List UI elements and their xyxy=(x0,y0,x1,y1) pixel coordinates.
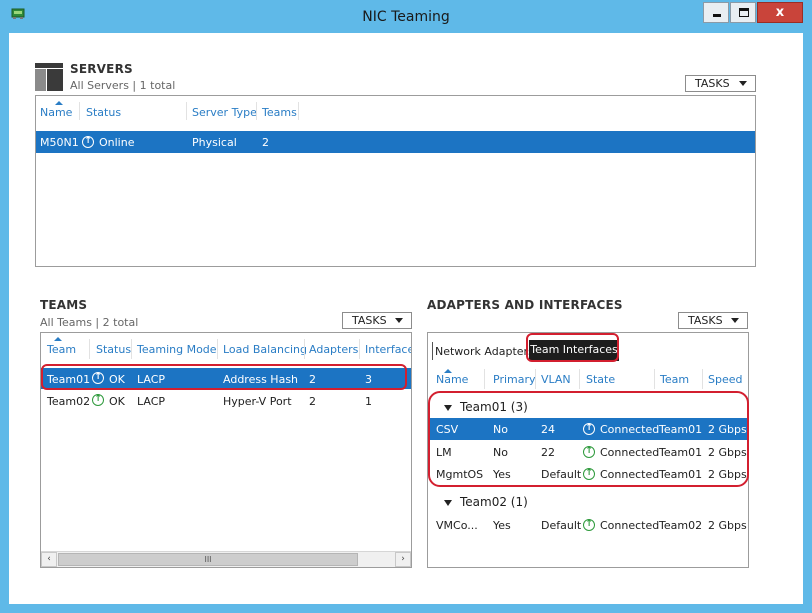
teams-col-team[interactable]: Team xyxy=(47,343,76,356)
chevron-down-icon xyxy=(739,81,747,86)
server-status: Online xyxy=(99,136,135,149)
servers-col-name[interactable]: Name xyxy=(40,106,72,119)
teams-col-load-balancing[interactable]: Load Balancing xyxy=(223,343,307,356)
horizontal-scrollbar[interactable]: ‹ III › xyxy=(41,551,411,567)
window-title: NIC Teaming xyxy=(362,9,450,25)
interface-table-row[interactable]: VMCo... Yes Default ↑ Connected Team02 2… xyxy=(428,514,748,536)
adapters-col-primary[interactable]: Primary xyxy=(493,373,536,386)
teams-col-interfaces[interactable]: Interfaces xyxy=(365,343,411,356)
column-divider xyxy=(131,339,132,359)
chevron-down-icon xyxy=(731,318,739,323)
ok-arrow-up-icon: ↑ xyxy=(92,394,104,406)
adapters-col-state[interactable]: State xyxy=(586,373,615,386)
adapters-tasks-label: TASKS xyxy=(688,314,723,327)
interface-vlan: Default xyxy=(541,519,582,532)
interface-team: Team02 xyxy=(659,519,703,532)
column-divider xyxy=(484,369,485,389)
server-type: Physical xyxy=(192,136,237,149)
team-load-balancing: Hyper-V Port xyxy=(223,395,292,408)
teams-col-teaming-mode[interactable]: Teaming Mode xyxy=(137,343,217,356)
server-teams: 2 xyxy=(262,136,269,149)
sort-ascending-icon xyxy=(55,101,63,105)
close-button[interactable]: x xyxy=(757,2,803,23)
column-divider xyxy=(79,102,80,120)
servers-col-status[interactable]: Status xyxy=(86,106,121,119)
column-divider xyxy=(186,102,187,120)
column-divider xyxy=(298,102,299,120)
scroll-right-button[interactable]: › xyxy=(395,552,411,567)
maximize-icon xyxy=(739,8,749,17)
servers-icon xyxy=(35,63,63,91)
column-divider xyxy=(579,369,580,389)
adapters-tasks-button[interactable]: TASKS xyxy=(678,312,748,329)
column-divider xyxy=(654,369,655,389)
interface-name: VMCo... xyxy=(436,519,478,532)
column-divider xyxy=(256,102,257,120)
teams-table-row[interactable]: Team02 ↑ OK LACP Hyper-V Port 2 1 xyxy=(41,390,411,411)
team-status: OK xyxy=(109,395,125,408)
column-divider xyxy=(89,339,90,359)
minimize-button[interactable] xyxy=(703,2,729,23)
minimize-icon xyxy=(713,14,721,17)
maximize-button[interactable] xyxy=(730,2,756,23)
column-divider xyxy=(217,339,218,359)
adapters-col-name[interactable]: Name xyxy=(436,373,468,386)
scrollbar-thumb[interactable]: III xyxy=(58,553,358,566)
tab-divider xyxy=(432,342,433,360)
team-interfaces: 1 xyxy=(365,395,372,408)
team-adapters: 2 xyxy=(309,395,316,408)
highlight-team01-interfaces xyxy=(428,391,749,487)
interface-speed: 2 Gbps xyxy=(708,519,747,532)
team-name: Team02 xyxy=(47,395,91,408)
sort-ascending-icon xyxy=(54,337,62,341)
column-divider xyxy=(359,339,360,359)
teams-title: TEAMS xyxy=(40,298,88,312)
expand-triangle-icon[interactable] xyxy=(444,500,452,506)
column-divider xyxy=(535,369,536,389)
highlight-team-interfaces-tab xyxy=(526,333,619,362)
tab-network-adapters[interactable]: Network Adapters xyxy=(435,345,534,358)
column-divider xyxy=(702,369,703,389)
column-divider xyxy=(304,339,305,359)
servers-title: SERVERS xyxy=(70,62,133,76)
teams-col-adapters[interactable]: Adapters xyxy=(309,343,358,356)
servers-tasks-button[interactable]: TASKS xyxy=(685,75,756,92)
chevron-down-icon xyxy=(395,318,403,323)
servers-subtitle: All Servers | 1 total xyxy=(70,79,176,92)
servers-tasks-label: TASKS xyxy=(695,77,730,90)
interface-primary: Yes xyxy=(493,519,511,532)
servers-col-server-type[interactable]: Server Type xyxy=(192,106,257,119)
interface-state: Connected xyxy=(600,519,660,532)
group-label-team02[interactable]: Team02 (1) xyxy=(460,495,528,509)
team-mode: LACP xyxy=(137,395,166,408)
servers-table-row[interactable]: M50N1 ↑ Online Physical 2 xyxy=(36,131,755,153)
online-arrow-up-icon: ↑ xyxy=(82,136,94,148)
teams-subtitle: All Teams | 2 total xyxy=(40,316,139,329)
teams-tasks-button[interactable]: TASKS xyxy=(342,312,412,329)
server-name: M50N1 xyxy=(40,136,79,149)
teams-col-status[interactable]: Status xyxy=(96,343,131,356)
teams-tasks-label: TASKS xyxy=(352,314,387,327)
adapters-title: ADAPTERS AND INTERFACES xyxy=(427,298,623,312)
servers-panel: Name Status Server Type Teams M50N1 ↑ On… xyxy=(35,95,756,267)
scroll-left-button[interactable]: ‹ xyxy=(41,552,57,567)
adapters-col-vlan[interactable]: VLAN xyxy=(541,373,571,386)
adapters-col-team[interactable]: Team xyxy=(660,373,689,386)
adapters-col-speed[interactable]: Speed xyxy=(708,373,742,386)
servers-col-teams[interactable]: Teams xyxy=(262,106,297,119)
connected-arrow-up-icon: ↑ xyxy=(583,519,595,531)
highlight-team01-row xyxy=(41,364,407,390)
